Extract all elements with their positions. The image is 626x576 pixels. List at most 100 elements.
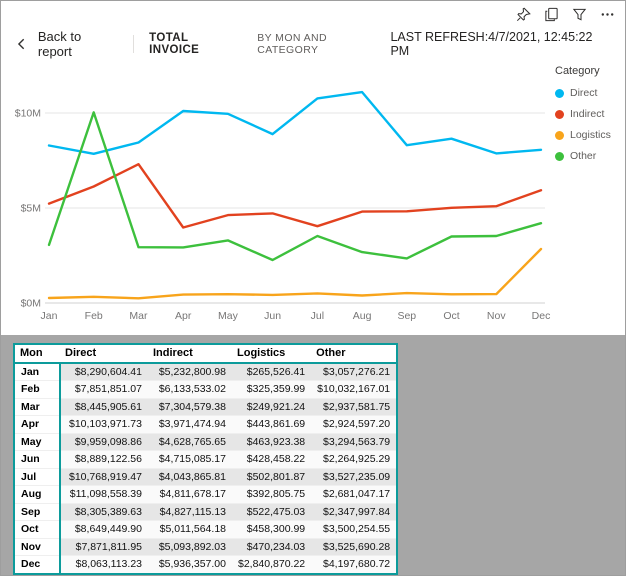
table-header: MonDirectIndirectLogisticsOther: [14, 344, 397, 363]
toolbar: [516, 7, 615, 22]
line-series-indirect[interactable]: [49, 164, 541, 227]
chart-legend: Category Direct Indirect Logistics Other: [555, 65, 623, 171]
cell-value: $7,871,811.95: [60, 538, 148, 556]
legend-label: Indirect: [570, 108, 604, 120]
cell-value: $2,681,047.17: [311, 486, 397, 504]
table-row[interactable]: Jun$8,889,122.56$4,715,085.17$428,458.22…: [14, 451, 397, 469]
cell-value: $10,032,167.01: [311, 381, 397, 399]
legend-dot: [555, 131, 564, 140]
table-row[interactable]: Oct$8,649,449.90$5,011,564.18$458,300.99…: [14, 521, 397, 539]
cell-value: $4,715,085.17: [148, 451, 232, 469]
cell-value: $265,526.41: [232, 363, 311, 381]
cell-value: $3,971,474.94: [148, 416, 232, 434]
row-month: Mar: [14, 398, 60, 416]
cell-value: $10,768,919.47: [60, 468, 148, 486]
legend-items: Direct Indirect Logistics Other: [555, 87, 623, 162]
col-header-mon: Mon: [14, 344, 60, 363]
row-month: Dec: [14, 556, 60, 574]
cell-value: $458,300.99: [232, 521, 311, 539]
bottom-panel: MonDirectIndirectLogisticsOther Jan$8,29…: [1, 335, 626, 576]
legend-dot: [555, 89, 564, 98]
nav-divider: [133, 35, 134, 53]
legend-item-direct[interactable]: Direct: [555, 87, 623, 99]
x-tick-label: Oct: [443, 310, 459, 322]
cell-value: $522,475.03: [232, 503, 311, 521]
x-tick-label: Mar: [129, 310, 148, 322]
cell-value: $5,093,892.03: [148, 538, 232, 556]
chevron-left-icon: [15, 37, 29, 51]
line-chart[interactable]: $0M$5M$10MJanFebMarAprMayJunJulAugSepOct…: [11, 61, 551, 337]
legend-title: Category: [555, 65, 623, 77]
x-tick-label: Apr: [175, 310, 192, 322]
col-header-other: Other: [311, 344, 397, 363]
cell-value: $502,801.87: [232, 468, 311, 486]
cell-value: $3,294,563.79: [311, 433, 397, 451]
x-tick-label: Jan: [41, 310, 58, 322]
row-month: Feb: [14, 381, 60, 399]
table-row[interactable]: Mar$8,445,905.61$7,304,579.38$249,921.24…: [14, 398, 397, 416]
table-row[interactable]: Jul$10,768,919.47$4,043,865.81$502,801.8…: [14, 468, 397, 486]
table-row[interactable]: Feb$7,851,851.07$6,133,533.02$325,359.99…: [14, 381, 397, 399]
cell-value: $7,851,851.07: [60, 381, 148, 399]
y-tick-label: $0M: [21, 298, 41, 310]
line-series-direct[interactable]: [49, 92, 541, 154]
cell-value: $3,527,235.09: [311, 468, 397, 486]
report-page: Back to report TOTAL INVOICE BY MON AND …: [0, 0, 626, 576]
legend-label: Other: [570, 150, 596, 162]
back-to-report-link[interactable]: Back to report: [15, 29, 118, 59]
table-row[interactable]: May$9,959,098.86$4,628,765.65$463,923.38…: [14, 433, 397, 451]
more-options-icon[interactable]: [600, 7, 615, 22]
table-row[interactable]: Sep$8,305,389.63$4,827,115.13$522,475.03…: [14, 503, 397, 521]
row-month: Apr: [14, 416, 60, 434]
cell-value: $4,197,680.72: [311, 556, 397, 574]
cell-value: $8,889,122.56: [60, 451, 148, 469]
cell-value: $2,937,581.75: [311, 398, 397, 416]
cell-value: $5,232,800.98: [148, 363, 232, 381]
cell-value: $3,525,690.28: [311, 538, 397, 556]
nav-row: Back to report TOTAL INVOICE BY MON AND …: [15, 31, 613, 57]
x-tick-label: Dec: [532, 310, 551, 322]
cell-value: $2,924,597.20: [311, 416, 397, 434]
back-label: Back to report: [38, 29, 118, 59]
cell-value: $443,861.69: [232, 416, 311, 434]
cell-value: $392,805.75: [232, 486, 311, 504]
cell-value: $4,628,765.65: [148, 433, 232, 451]
table-row[interactable]: Jan$8,290,604.41$5,232,800.98$265,526.41…: [14, 363, 397, 381]
cell-value: $2,840,870.22: [232, 556, 311, 574]
last-refresh-text: LAST REFRESH:4/7/2021, 12:45:22 PM: [390, 30, 613, 58]
y-tick-label: $5M: [21, 203, 41, 215]
cell-value: $325,359.99: [232, 381, 311, 399]
legend-dot: [555, 110, 564, 119]
legend-item-indirect[interactable]: Indirect: [555, 108, 623, 120]
row-month: Nov: [14, 538, 60, 556]
row-month: Oct: [14, 521, 60, 539]
legend-item-logistics[interactable]: Logistics: [555, 129, 623, 141]
line-series-other[interactable]: [49, 112, 541, 260]
cell-value: $2,264,925.29: [311, 451, 397, 469]
page-title: TOTAL INVOICE: [149, 32, 241, 56]
col-header-indirect: Indirect: [148, 344, 232, 363]
line-series-logistics[interactable]: [49, 249, 541, 298]
row-month: Jan: [14, 363, 60, 381]
table-row[interactable]: Dec$8,063,113.23$5,936,357.00$2,840,870.…: [14, 556, 397, 574]
cell-value: $4,827,115.13: [148, 503, 232, 521]
row-month: Jul: [14, 468, 60, 486]
cell-value: $3,500,254.55: [311, 521, 397, 539]
cell-value: $5,011,564.18: [148, 521, 232, 539]
x-tick-label: Feb: [85, 310, 103, 322]
table-row[interactable]: Nov$7,871,811.95$5,093,892.03$470,234.03…: [14, 538, 397, 556]
cell-value: $4,043,865.81: [148, 468, 232, 486]
legend-item-other[interactable]: Other: [555, 150, 623, 162]
table-row[interactable]: Apr$10,103,971.73$3,971,474.94$443,861.6…: [14, 416, 397, 434]
table-row[interactable]: Aug$11,098,558.39$4,811,678.17$392,805.7…: [14, 486, 397, 504]
x-tick-label: May: [218, 310, 239, 322]
x-tick-label: Aug: [353, 310, 372, 322]
pin-icon[interactable]: [516, 7, 531, 22]
legend-label: Logistics: [570, 129, 611, 141]
copy-icon[interactable]: [544, 7, 559, 22]
page-subtitle: BY MON AND CATEGORY: [257, 32, 390, 56]
filter-icon[interactable]: [572, 7, 587, 22]
x-tick-label: Nov: [487, 310, 506, 322]
cell-value: $4,811,678.17: [148, 486, 232, 504]
line-chart-svg[interactable]: $0M$5M$10MJanFebMarAprMayJunJulAugSepOct…: [11, 61, 551, 337]
